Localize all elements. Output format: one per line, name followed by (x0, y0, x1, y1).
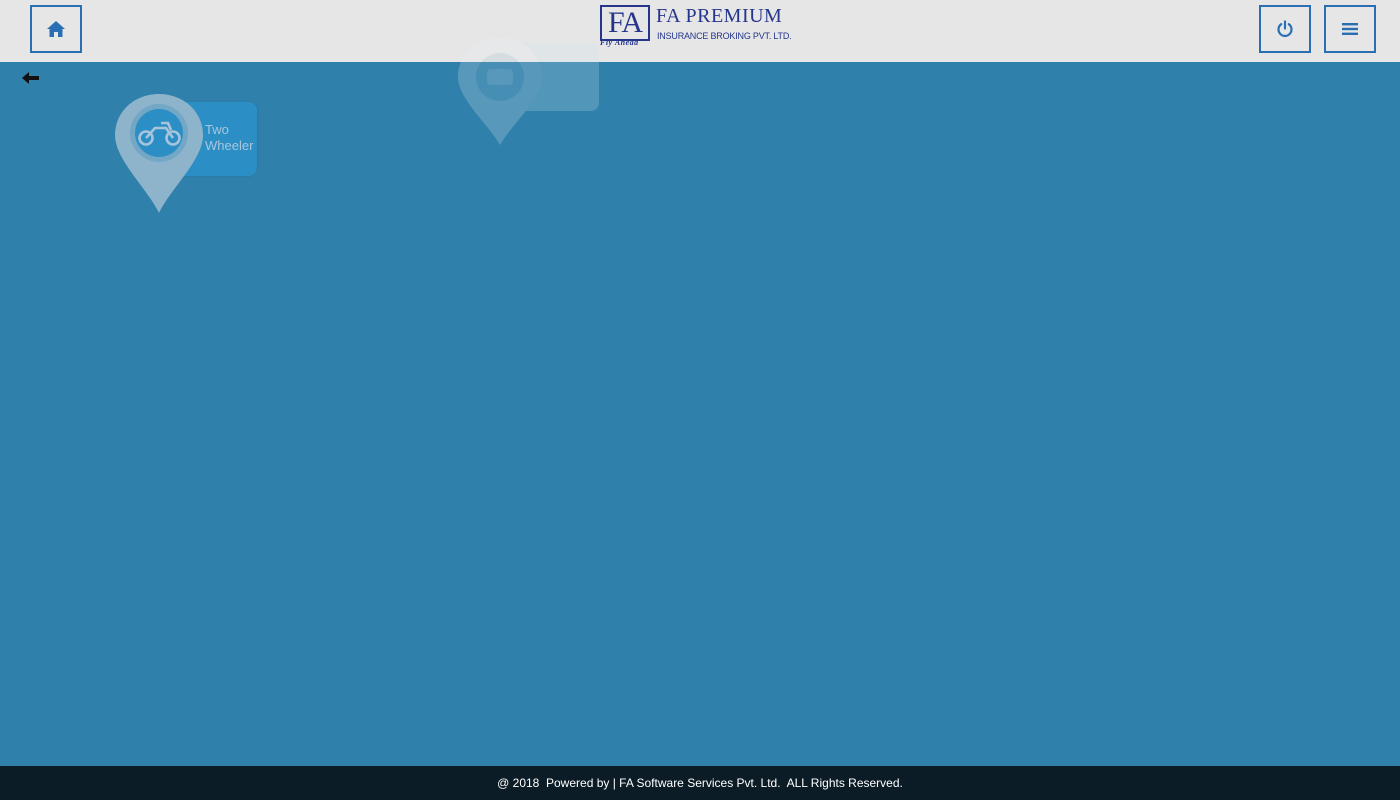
category-label: Two Wheeler (205, 122, 254, 153)
top-header: FA Fly Ahead FA PREMIUM INSURANCE BROKIN… (0, 0, 1400, 62)
logo-tagline: Fly Ahead (600, 38, 639, 47)
menu-icon (1342, 23, 1358, 35)
footer-copyright: @ 2018 Powered by | FA Software Services… (0, 766, 1400, 800)
logo-mark: FA (600, 5, 650, 41)
menu-button[interactable] (1324, 5, 1376, 53)
arrow-left-icon[interactable] (22, 71, 40, 85)
power-icon (1277, 20, 1293, 38)
logout-button[interactable] (1259, 5, 1311, 53)
logo-brand-name: FA PREMIUM (656, 5, 783, 27)
faded-car-pin-icon (458, 38, 599, 145)
two-wheeler-category[interactable]: Two Wheeler (113, 93, 263, 215)
location-pin-icon (115, 94, 203, 213)
home-icon (47, 21, 65, 37)
logo-subtitle: INSURANCE BROKING PVT. LTD. (657, 31, 792, 41)
home-button[interactable] (30, 5, 82, 53)
